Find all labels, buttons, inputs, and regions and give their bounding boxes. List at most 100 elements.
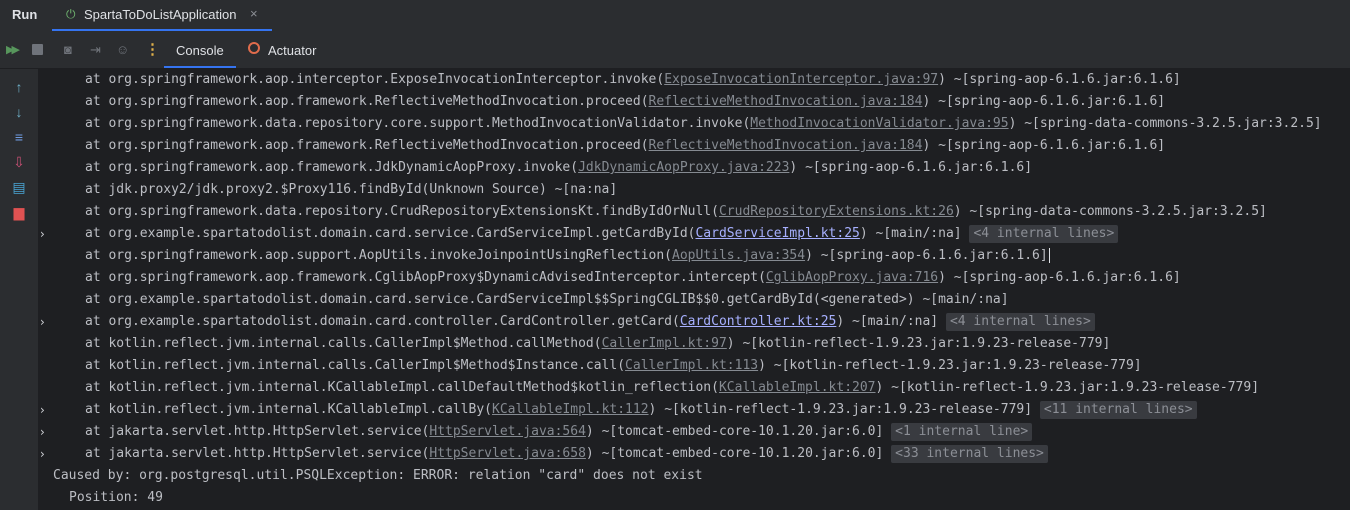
arrow-up-icon[interactable]: ↑ [11,79,27,95]
stack-frame-text: at org.springframework.data.repository.c… [85,116,751,131]
stack-frame-text: at jakarta.servlet.http.HttpServlet.serv… [85,424,430,439]
source-link[interactable]: MethodInvocationValidator.java:95 [750,116,1008,131]
stack-frame-suffix: ) ~[kotlin-reflect-1.9.23.jar:1.9.23-rel… [726,336,1111,351]
power-icon: ⏻ [66,7,76,21]
stack-trace-text: at kotlin.reflect.jvm.internal.KCallable… [85,399,1197,421]
source-link[interactable]: KCallableImpl.kt:112 [492,402,649,417]
stack-trace-text: at org.springframework.data.repository.c… [85,113,1322,135]
stack-frame-suffix: ) ~[spring-aop-6.1.6.jar:6.1.6] [922,94,1166,109]
run-config-tab[interactable]: ⏻ SpartaToDoListApplication × [52,0,272,31]
tab-console[interactable]: Console [164,31,236,68]
stack-frame-suffix: ) ~[spring-aop-6.1.6.jar:6.1.6] [922,138,1166,153]
source-link[interactable]: ExposeInvocationInterceptor.java:97 [664,72,938,87]
stack-frame-text: at org.example.spartatodolist.domain.car… [85,314,680,329]
stack-trace-line: at org.springframework.aop.framework.Ref… [39,91,1350,113]
source-link[interactable]: CglibAopProxy.java:716 [766,270,938,285]
folded-lines-badge[interactable]: <4 internal lines> [969,225,1119,243]
source-link[interactable]: JdkDynamicAopProxy.java:223 [578,160,789,175]
stack-trace-text: at jdk.proxy2/jdk.proxy2.$Proxy116.findB… [85,179,617,201]
stack-frame-text: at kotlin.reflect.jvm.internal.KCallable… [85,380,719,395]
source-link[interactable]: HttpServlet.java:658 [429,446,586,461]
camera-icon[interactable]: ◙ [64,42,72,57]
trash-icon[interactable]: ▆ [11,204,27,221]
tool-window-header: Run ⏻ SpartaToDoListApplication × [0,0,1350,32]
stack-frame-text: at org.springframework.aop.framework.Jdk… [85,160,579,175]
source-link[interactable]: CrudRepositoryExtensions.kt:26 [719,204,954,219]
stack-trace-line: › at jakarta.servlet.http.HttpServlet.ser… [39,421,1350,443]
stack-frame-suffix: ) ~[kotlin-reflect-1.9.23.jar:1.9.23-rel… [648,402,1040,417]
source-link[interactable]: CardController.kt:25 [680,314,837,329]
stack-frame-suffix: ) ~[kotlin-reflect-1.9.23.jar:1.9.23-rel… [875,380,1260,395]
stack-trace-line: at org.springframework.aop.framework.Jdk… [39,157,1350,179]
stack-trace-line: › at org.example.spartatodolist.domain.ca… [39,223,1350,245]
chevron-right-icon[interactable]: › [40,443,45,465]
stack-trace-line: at org.example.spartatodolist.domain.car… [39,289,1350,311]
stack-trace-line: at kotlin.reflect.jvm.internal.KCallable… [39,377,1350,399]
source-link[interactable]: KCallableImpl.kt:207 [719,380,876,395]
tab-actuator-label: Actuator [268,43,317,58]
soft-wrap-icon[interactable]: ≡ [11,129,27,145]
stack-frame-text: at org.example.spartatodolist.domain.car… [85,292,1009,307]
stack-frame-suffix: ) ~[spring-aop-6.1.6.jar:6.1.6] [938,72,1181,87]
stack-trace-text: at org.example.spartatodolist.domain.car… [85,311,1095,333]
source-link[interactable]: CardServiceImpl.kt:25 [695,226,859,241]
rerun-icon[interactable]: ▶▶ [6,43,20,56]
arrow-down-icon[interactable]: ↓ [11,104,27,120]
stack-trace-line: at org.springframework.aop.framework.Cgl… [39,267,1350,289]
source-link[interactable]: AopUtils.java:354 [672,248,805,263]
source-link[interactable]: HttpServlet.java:564 [429,424,586,439]
chevron-right-icon[interactable]: › [40,399,45,421]
stack-trace-line: at org.springframework.aop.framework.Ref… [39,135,1350,157]
console-gutter: ↑ ↓ ≡ ⇩ ▤ ▆ [0,69,39,510]
stack-frame-text: at jdk.proxy2/jdk.proxy2.$Proxy116.findB… [85,182,618,197]
scroll-to-end-icon[interactable]: ⇩ [11,154,27,171]
stack-trace-line: at org.springframework.data.repository.C… [39,201,1350,223]
profiler-icon[interactable]: ☺ [116,42,129,57]
stack-frame-text: at org.springframework.aop.framework.Ref… [85,138,649,153]
stack-frame-text: at jakarta.servlet.http.HttpServlet.serv… [85,446,430,461]
source-link[interactable]: ReflectiveMethodInvocation.java:184 [649,94,923,109]
source-link[interactable]: ReflectiveMethodInvocation.java:184 [649,138,923,153]
actuator-icon [248,42,260,54]
print-icon[interactable]: ▤ [11,179,27,196]
stack-frame-text: at kotlin.reflect.jvm.internal.calls.Cal… [85,336,602,351]
stack-trace-text: at org.springframework.aop.framework.Jdk… [85,157,1032,179]
caused-by-text: Caused by: org.postgresql.util.PSQLExcep… [53,468,703,483]
stack-frame-suffix: ) ~[spring-aop-6.1.6.jar:6.1.6] [938,270,1181,285]
chevron-right-icon[interactable]: › [40,421,45,443]
stack-frame-text: at org.springframework.data.repository.C… [85,204,719,219]
more-vertical-icon[interactable]: ⋮ [145,40,160,58]
stack-frame-text: at org.example.spartatodolist.domain.car… [85,226,696,241]
stack-trace-text: at kotlin.reflect.jvm.internal.calls.Cal… [85,355,1142,377]
stack-trace-line: › at org.example.spartatodolist.domain.ca… [39,311,1350,333]
stack-trace-text: at kotlin.reflect.jvm.internal.KCallable… [85,377,1259,399]
chevron-right-icon[interactable]: › [40,223,45,245]
stack-trace-line: at org.springframework.aop.interceptor.E… [39,69,1350,91]
console-output[interactable]: at org.springframework.aop.interceptor.E… [39,69,1350,510]
stack-trace-text: at org.springframework.aop.framework.Cgl… [85,267,1181,289]
source-link[interactable]: CallerImpl.kt:113 [625,358,758,373]
stack-trace-line: at jdk.proxy2/jdk.proxy2.$Proxy116.findB… [39,179,1350,201]
stack-frame-text: at kotlin.reflect.jvm.internal.KCallable… [85,402,492,417]
close-icon[interactable]: × [250,6,258,21]
exit-icon[interactable]: ⇥ [90,42,101,58]
stack-trace-line: › at kotlin.reflect.jvm.internal.KCallabl… [39,399,1350,421]
folded-lines-badge[interactable]: <1 internal line> [891,423,1033,441]
position-line: Position: 49 [39,487,1350,509]
stack-frame-suffix: ) ~[spring-aop-6.1.6.jar:6.1.6] [805,248,1048,263]
stack-trace-text: at org.springframework.data.repository.C… [85,201,1267,223]
stack-trace-text: at org.example.spartatodolist.domain.car… [85,289,1009,311]
stack-trace-line: at org.springframework.aop.support.AopUt… [39,245,1350,267]
tab-console-label: Console [176,43,224,58]
folded-lines-badge[interactable]: <4 internal lines> [945,313,1095,331]
stack-frame-suffix: ) ~[main/:na] [859,226,970,241]
folded-lines-badge[interactable]: <11 internal lines> [1039,401,1197,419]
folded-lines-badge[interactable]: <33 internal lines> [891,445,1048,463]
stack-frame-text: at org.springframework.aop.framework.Ref… [85,94,649,109]
stack-trace-text: at jakarta.servlet.http.HttpServlet.serv… [85,421,1033,443]
stack-trace-text: at org.springframework.aop.framework.Ref… [85,91,1165,113]
stop-icon[interactable] [32,44,43,55]
chevron-right-icon[interactable]: › [40,311,45,333]
stack-frame-text: at org.springframework.aop.framework.Cgl… [85,270,766,285]
source-link[interactable]: CallerImpl.kt:97 [602,336,727,351]
